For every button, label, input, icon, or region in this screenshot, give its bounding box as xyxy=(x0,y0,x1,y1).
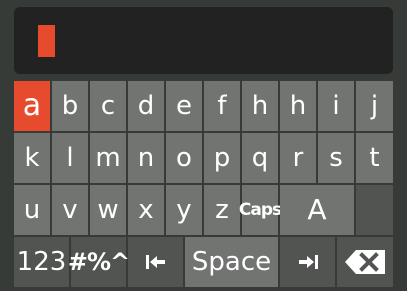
key-b[interactable]: b xyxy=(52,81,88,131)
key-s[interactable]: s xyxy=(318,133,354,183)
key-u[interactable]: u xyxy=(14,185,50,235)
cursor-left-key[interactable] xyxy=(128,237,183,287)
key-w[interactable]: w xyxy=(90,185,126,235)
text-input-field[interactable] xyxy=(14,7,393,74)
key-e[interactable]: e xyxy=(166,81,202,131)
symbols-key[interactable]: #%^ xyxy=(68,237,130,287)
key-k[interactable]: k xyxy=(14,133,50,183)
key-y[interactable]: y xyxy=(166,185,202,235)
key-a[interactable]: a xyxy=(14,81,50,131)
key-v[interactable]: v xyxy=(52,185,88,235)
backspace-key[interactable] xyxy=(337,237,393,287)
key-q[interactable]: q xyxy=(242,133,278,183)
key-r[interactable]: r xyxy=(280,133,316,183)
key-h-2[interactable]: h xyxy=(280,81,316,131)
key-c[interactable]: c xyxy=(90,81,126,131)
key-m[interactable]: m xyxy=(90,133,126,183)
caps-lock-key[interactable]: Caps xyxy=(239,185,282,235)
backspace-icon xyxy=(345,250,385,274)
key-z[interactable]: z xyxy=(204,185,240,235)
key-o[interactable]: o xyxy=(166,133,202,183)
numbers-key[interactable]: 123 xyxy=(14,237,69,287)
key-t[interactable]: t xyxy=(356,133,393,183)
arrow-to-right-icon xyxy=(298,255,318,269)
blank-key xyxy=(356,185,393,235)
key-x[interactable]: x xyxy=(128,185,164,235)
text-cursor xyxy=(38,25,55,57)
key-n[interactable]: n xyxy=(128,133,164,183)
key-p[interactable]: p xyxy=(204,133,240,183)
key-l[interactable]: l xyxy=(52,133,88,183)
key-i[interactable]: i xyxy=(318,81,354,131)
cursor-right-key[interactable] xyxy=(280,237,335,287)
key-h-1[interactable]: h xyxy=(242,81,278,131)
arrow-to-left-icon xyxy=(145,255,166,269)
key-f[interactable]: f xyxy=(204,81,240,131)
on-screen-keyboard: a b c d e f h h i j k l m n o p q r s t … xyxy=(14,81,393,287)
keyboard-screen: a b c d e f h h i j k l m n o p q r s t … xyxy=(0,0,407,291)
space-key[interactable]: Space xyxy=(185,237,278,287)
shift-key[interactable]: A xyxy=(280,185,354,235)
key-j[interactable]: j xyxy=(356,81,393,131)
key-d[interactable]: d xyxy=(128,81,164,131)
